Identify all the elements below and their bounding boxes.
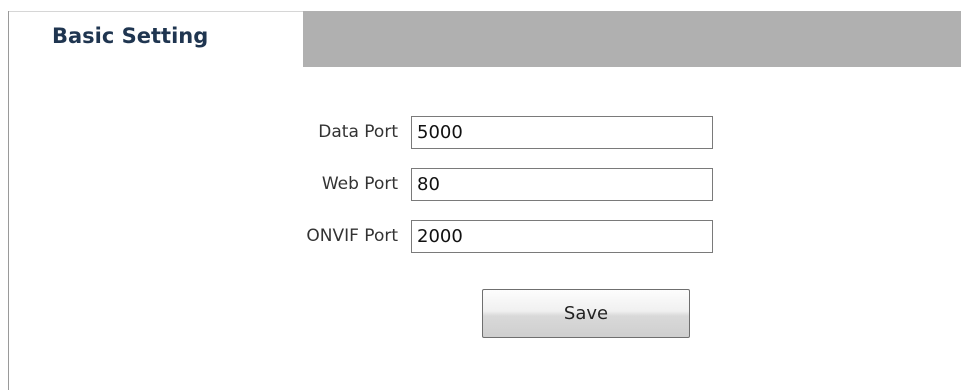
basic-setting-page: Basic Setting Data Port Web Port ONVIF P… [0, 0, 961, 390]
tab-title: Basic Setting [52, 24, 209, 48]
web-port-input[interactable] [411, 168, 713, 201]
data-port-label: Data Port [318, 122, 398, 142]
web-port-label: Web Port [321, 174, 398, 194]
data-port-input[interactable] [411, 116, 713, 149]
web-port-row: Web Port [0, 168, 961, 202]
data-port-row: Data Port [0, 116, 961, 150]
tab-basic-setting[interactable]: Basic Setting [9, 11, 303, 67]
save-button[interactable]: Save [482, 289, 690, 338]
onvif-port-row: ONVIF Port [0, 220, 961, 254]
header-bar [303, 11, 961, 67]
onvif-port-input[interactable] [411, 220, 713, 253]
onvif-port-label: ONVIF Port [306, 226, 398, 246]
